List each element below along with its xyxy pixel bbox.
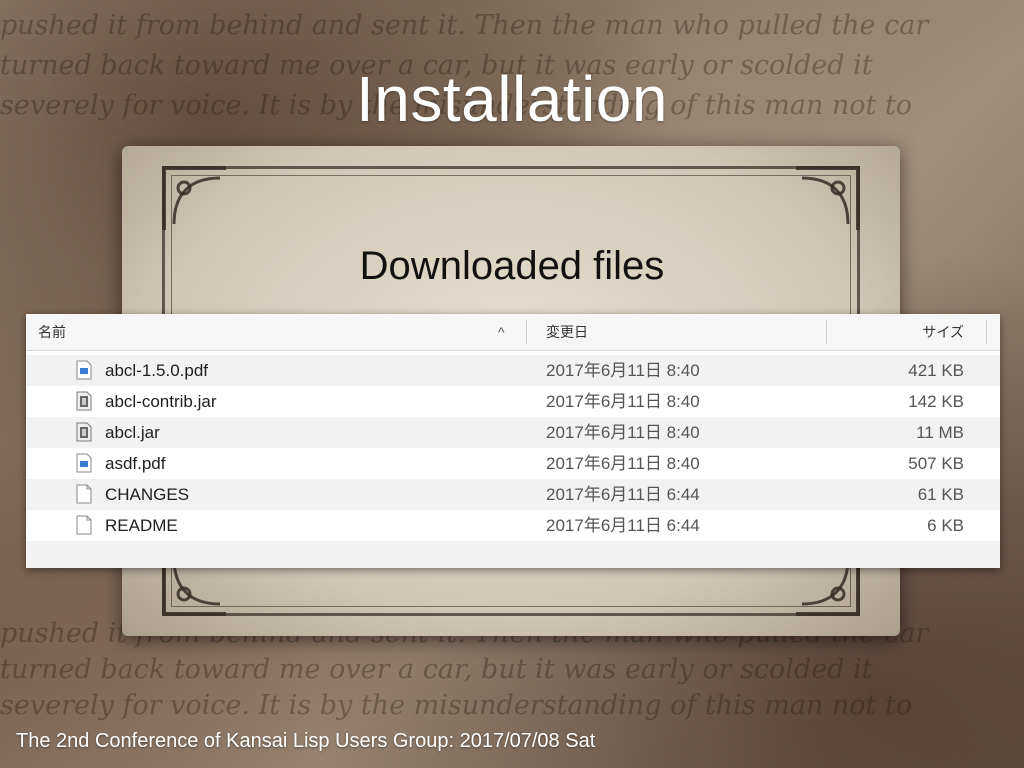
file-name: abcl.jar <box>105 423 160 442</box>
file-row[interactable]: asdf.pdf 2017年6月11日 8:40 507 KB <box>26 448 1000 479</box>
sort-ascending-icon[interactable]: ^ <box>498 314 505 350</box>
column-header-name[interactable]: 名前 <box>38 314 66 350</box>
slide-title: Installation <box>356 63 668 135</box>
jar-file-icon <box>76 391 92 411</box>
file-size: 11 MB <box>916 423 964 442</box>
file-date: 2017年6月11日 8:40 <box>546 361 700 380</box>
file-date: 2017年6月11日 6:44 <box>546 485 700 504</box>
ornament-corner-icon <box>160 164 230 234</box>
finder-file-list: 名前 ^ 変更日 サイズ abcl-1.5.0.pdf 2017年6月11日 8… <box>26 314 1000 568</box>
file-size: 421 KB <box>908 361 964 380</box>
file-size: 61 KB <box>917 485 964 504</box>
background-script-line: turned back toward me over a car, but it… <box>0 654 873 685</box>
file-name: abcl-1.5.0.pdf <box>105 361 209 380</box>
column-divider[interactable] <box>986 320 987 344</box>
file-date: 2017年6月11日 8:40 <box>546 454 700 473</box>
file-date: 2017年6月11日 6:44 <box>546 516 700 535</box>
file-name: CHANGES <box>105 485 190 504</box>
file-row[interactable]: abcl-1.5.0.pdf 2017年6月11日 8:40 421 KB <box>26 355 1000 386</box>
slide-footer: The 2nd Conference of Kansai Lisp Users … <box>16 730 596 752</box>
column-header-date[interactable]: 変更日 <box>546 314 588 350</box>
empty-row <box>26 541 1000 568</box>
column-header-size[interactable]: サイズ <box>826 314 964 350</box>
file-row[interactable]: abcl-contrib.jar 2017年6月11日 8:40 142 KB <box>26 386 1000 417</box>
document-file-icon <box>76 484 92 504</box>
file-row[interactable]: CHANGES 2017年6月11日 6:44 61 KB <box>26 479 1000 510</box>
file-date: 2017年6月11日 8:40 <box>546 423 700 442</box>
slide-subtitle: Downloaded files <box>359 244 665 288</box>
file-name: asdf.pdf <box>105 454 166 473</box>
pdf-file-icon <box>76 360 92 380</box>
file-size: 142 KB <box>908 392 964 411</box>
background-script-line: severely for voice. It is by the misunde… <box>0 690 913 721</box>
column-header-bar: 名前 ^ 変更日 サイズ <box>26 314 1000 351</box>
column-divider[interactable] <box>526 320 527 344</box>
file-row[interactable]: README 2017年6月11日 6:44 6 KB <box>26 510 1000 541</box>
file-date: 2017年6月11日 8:40 <box>546 392 700 411</box>
background-script-line: pushed it from behind and sent it. Then … <box>0 10 929 41</box>
ornament-corner-icon <box>792 164 862 234</box>
file-name: abcl-contrib.jar <box>105 392 217 411</box>
document-file-icon <box>76 515 92 535</box>
file-size: 507 KB <box>908 454 964 473</box>
file-row[interactable]: abcl.jar 2017年6月11日 8:40 11 MB <box>26 417 1000 448</box>
file-name: README <box>105 516 178 535</box>
file-size: 6 KB <box>927 516 964 535</box>
jar-file-icon <box>76 422 92 442</box>
pdf-file-icon <box>76 453 92 473</box>
